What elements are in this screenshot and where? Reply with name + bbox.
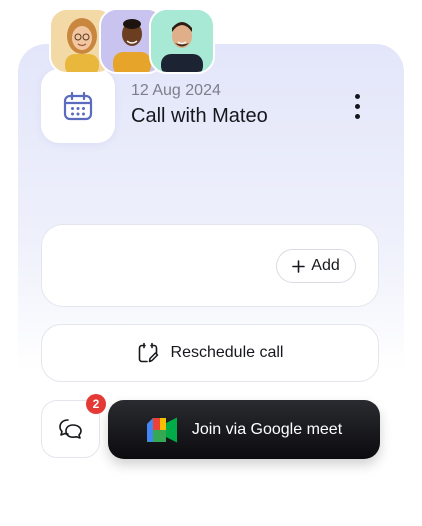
calendar-edit-icon — [138, 342, 158, 363]
join-google-meet-button[interactable]: Join via Google meet — [108, 400, 380, 459]
avatar-man-dark-shirt[interactable] — [149, 8, 215, 74]
event-title: Call with Mateo — [131, 105, 268, 127]
chat-bubbles-icon — [58, 419, 82, 439]
join-google-meet-label: Join via Google meet — [191, 420, 343, 438]
more-vertical-icon-dot — [354, 113, 360, 119]
plus-icon — [292, 259, 306, 273]
calendar-icon — [63, 91, 93, 121]
google-meet-icon — [146, 417, 177, 442]
more-vertical-icon — [354, 93, 360, 99]
add-participant-label: Add — [311, 257, 340, 274]
calendar-tile — [41, 69, 115, 143]
more-options-button[interactable] — [344, 90, 370, 122]
more-vertical-icon-dot — [354, 103, 360, 109]
add-participant-button[interactable]: Add — [276, 249, 356, 283]
avatar-man-dark-shirt-illustration — [151, 10, 213, 72]
chat-unread-badge: 2 — [86, 394, 106, 414]
reschedule-call-button[interactable]: Reschedule call — [41, 324, 379, 382]
event-date: 12 Aug 2024 — [131, 82, 221, 99]
reschedule-call-label: Reschedule call — [170, 344, 284, 361]
